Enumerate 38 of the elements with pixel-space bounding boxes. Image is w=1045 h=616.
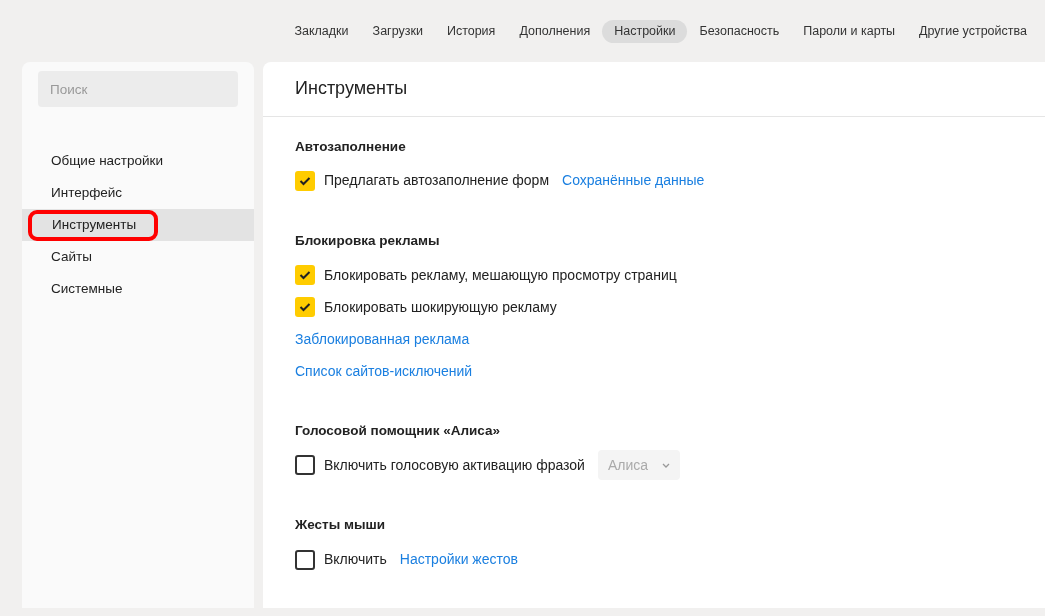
checkbox-label: Блокировать рекламу, мешающую просмотру страниц xyxy=(324,265,677,285)
checkbox[interactable] xyxy=(295,297,315,318)
check-icon xyxy=(299,175,311,186)
sidebar-item[interactable]: Общие настройки xyxy=(22,145,254,177)
checkbox[interactable] xyxy=(295,170,315,191)
sidebar-item[interactable]: Сайты xyxy=(22,241,254,273)
checkbox-label: Включить xyxy=(324,550,387,570)
checkbox-label: Включить голосовую активацию фразой xyxy=(324,455,585,475)
section-heading: Блокировка рекламы xyxy=(295,231,441,250)
checkbox[interactable] xyxy=(295,549,315,570)
link[interactable]: Список сайтов-исключений xyxy=(295,360,473,382)
nav-tab[interactable]: Другие устройства xyxy=(907,19,1039,43)
nav-tab[interactable]: Пароли и карты xyxy=(791,19,908,43)
check-icon xyxy=(299,302,311,313)
nav-tab[interactable]: Безопасность xyxy=(687,19,792,43)
link[interactable]: Заблокированная реклама xyxy=(295,328,470,350)
section-heading: Жесты мыши xyxy=(295,516,386,535)
chevron-down-icon xyxy=(662,462,671,468)
check-icon xyxy=(299,270,311,281)
page-title: Инструменты xyxy=(263,62,1045,117)
section-heading: Голосовой помощник «Алиса» xyxy=(295,422,501,441)
search-field[interactable]: Поиск xyxy=(38,71,238,107)
section-heading: Автозаполнение xyxy=(295,137,407,156)
checkbox[interactable] xyxy=(295,265,315,286)
link[interactable]: Настройки жестов xyxy=(399,549,518,571)
sidebar-item[interactable]: Интерфейс xyxy=(22,177,254,209)
checkbox-label: Предлагать автозаполнение форм xyxy=(324,171,550,191)
nav-tab[interactable]: Настройки xyxy=(602,19,688,43)
checkbox[interactable] xyxy=(295,455,315,476)
nav-tab[interactable]: История xyxy=(434,19,508,43)
highlight-outline: Инструменты xyxy=(28,210,159,242)
checkbox-label: Блокировать шокирующую рекламу xyxy=(324,297,557,317)
nav-tab[interactable]: Закладки xyxy=(282,19,361,43)
link[interactable]: Сохранённые данные xyxy=(562,170,705,192)
nav-tab[interactable]: Дополнения xyxy=(507,19,603,43)
sidebar-item[interactable]: Инструменты xyxy=(22,209,254,241)
nav-tab[interactable]: Загрузки xyxy=(360,19,435,43)
sidebar-item[interactable]: Системные xyxy=(22,273,254,305)
